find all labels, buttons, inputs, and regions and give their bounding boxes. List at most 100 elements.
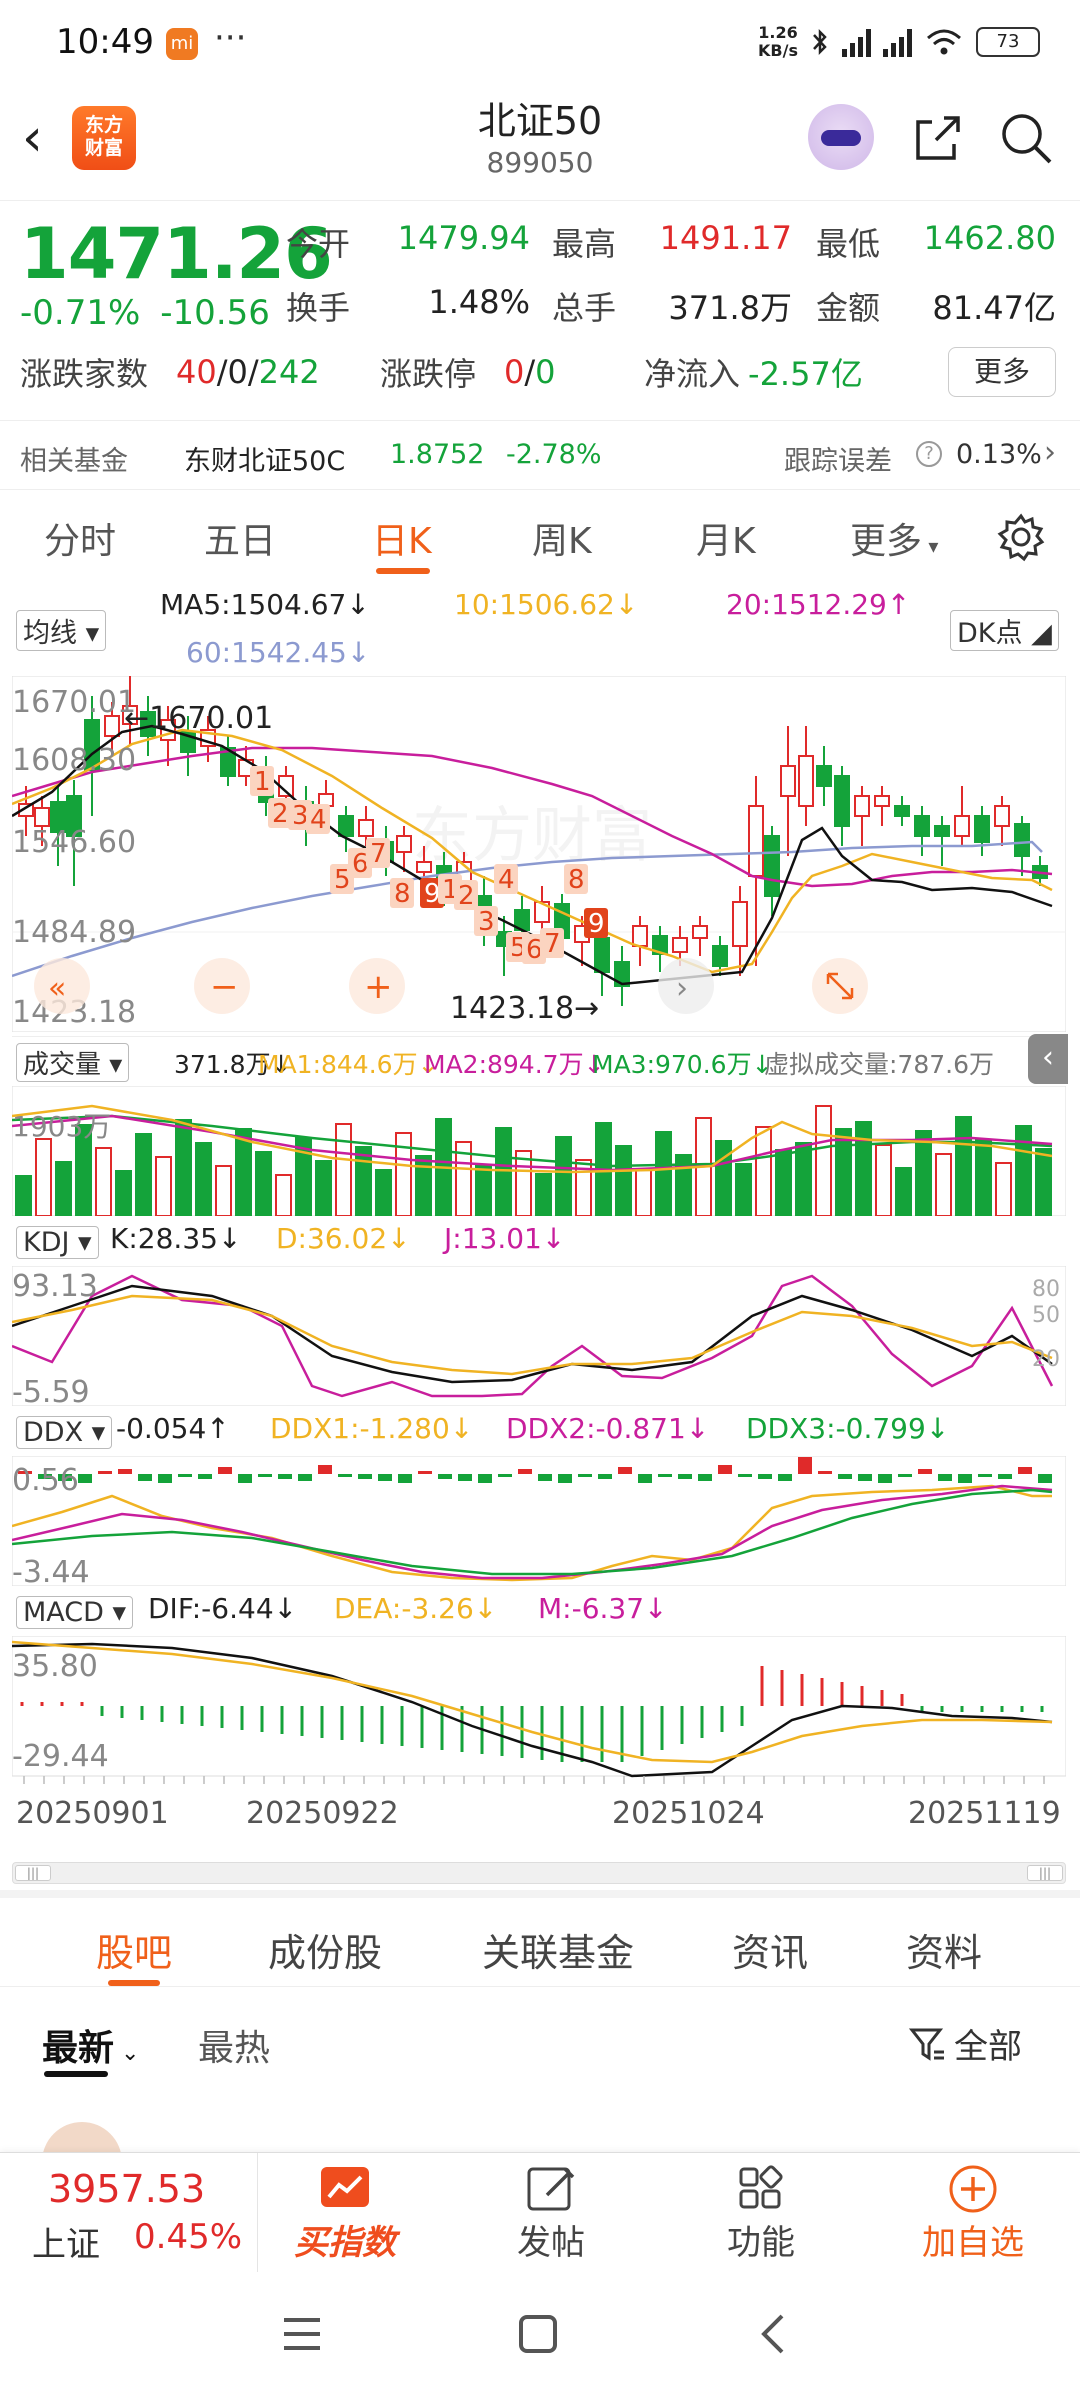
tab-monthly-k[interactable]: 月K bbox=[696, 512, 756, 564]
candle-body bbox=[732, 901, 748, 947]
settings-gear-icon[interactable] bbox=[996, 512, 1046, 562]
volume-bar bbox=[555, 1136, 572, 1216]
search-icon[interactable] bbox=[996, 108, 1056, 168]
ddx-chart: 0.56 -3.44 bbox=[12, 1456, 1066, 1586]
volume-selector[interactable]: 成交量 ▾ bbox=[16, 1043, 130, 1082]
tab-intraday[interactable]: 分时 bbox=[44, 512, 116, 564]
tab-more[interactable]: 更多 ▾ bbox=[850, 512, 938, 564]
tab-constituents[interactable]: 成份股 bbox=[268, 1922, 382, 1977]
ddx-bar bbox=[398, 1474, 412, 1483]
scrollbar-right-handle[interactable]: ||| bbox=[1027, 1865, 1063, 1881]
filter-all-button[interactable]: 全部 bbox=[908, 2019, 1022, 2068]
fund-nav: 1.8752 bbox=[390, 439, 485, 470]
zoom-in-button[interactable]: + bbox=[349, 958, 405, 1014]
ai-assistant-icon[interactable] bbox=[808, 104, 874, 170]
volume-bar bbox=[875, 1144, 892, 1216]
volume-bar bbox=[515, 1150, 532, 1216]
macd-bottom-label: -29.44 bbox=[12, 1739, 109, 1774]
kdj-bottom-label: -5.59 bbox=[12, 1375, 90, 1406]
scroll-left-button[interactable]: « bbox=[34, 958, 90, 1014]
scroll-right-button[interactable]: › bbox=[658, 958, 714, 1014]
sort-hottest[interactable]: 最热 bbox=[198, 2019, 270, 2071]
tab-five-day[interactable]: 五日 bbox=[204, 512, 276, 564]
post-preview-partial[interactable] bbox=[0, 2100, 1080, 2152]
collapse-panel-button[interactable]: ‹ bbox=[1028, 1034, 1068, 1084]
sh-index-ticker[interactable]: 3957.53 上证 0.45% bbox=[0, 2153, 258, 2273]
post-button[interactable]: 发帖 bbox=[476, 2163, 626, 2264]
sh-index-name: 上证 bbox=[32, 2225, 100, 2265]
ddx-bar bbox=[278, 1474, 292, 1479]
ddx-bar bbox=[678, 1474, 692, 1479]
tab-forum[interactable]: 股吧 bbox=[96, 1922, 172, 1977]
ddx-bar bbox=[938, 1474, 952, 1481]
tab-news[interactable]: 资讯 bbox=[732, 1922, 808, 1977]
fullscreen-button[interactable] bbox=[812, 958, 868, 1014]
ddx-bar bbox=[578, 1474, 592, 1477]
volume-bar bbox=[55, 1161, 72, 1216]
edit-icon bbox=[527, 2167, 575, 2211]
candle-body bbox=[692, 925, 708, 939]
bottom-action-bar: 3957.53 上证 0.45% 买指数 发帖 功能 加自选 bbox=[0, 2152, 1080, 2273]
ddx-bar bbox=[158, 1474, 172, 1483]
help-icon[interactable]: ? bbox=[916, 441, 942, 467]
scrollbar-left-handle[interactable]: ||| bbox=[15, 1865, 51, 1881]
system-nav-bar bbox=[0, 2272, 1080, 2400]
back-nav-icon[interactable] bbox=[752, 2310, 792, 2358]
functions-button[interactable]: 功能 bbox=[686, 2163, 836, 2264]
ma-selector[interactable]: 均线 ▾ bbox=[16, 610, 107, 651]
volume-ma2: MA2:894.7万↓ bbox=[424, 1050, 605, 1079]
network-speed: 1.26 KB/s bbox=[758, 23, 798, 60]
fund-label: 相关基金 bbox=[20, 446, 128, 477]
candle-body bbox=[416, 861, 432, 873]
td-marker-label: 2 bbox=[272, 799, 289, 829]
candle-body bbox=[34, 807, 50, 827]
buy-index-button[interactable]: 买指数 bbox=[270, 2163, 420, 2264]
tab-daily-k[interactable]: 日K bbox=[372, 512, 432, 564]
zoom-out-button[interactable]: − bbox=[194, 958, 250, 1014]
macd-selector[interactable]: MACD ▾ bbox=[16, 1596, 134, 1629]
ddx-bar bbox=[418, 1471, 432, 1474]
ddx-bar bbox=[498, 1474, 512, 1477]
kdj-selector[interactable]: KDJ ▾ bbox=[16, 1226, 99, 1259]
candle-body bbox=[1014, 823, 1030, 857]
volume-bar bbox=[535, 1173, 552, 1216]
tab-profile[interactable]: 资料 bbox=[906, 1922, 982, 1977]
candlestick-chart[interactable]: 东方财富 12 3 456 78 9 1 2345 6 789 1670.01 1608.30 … bbox=[12, 676, 1066, 1032]
low-value: 1462.80 bbox=[923, 219, 1056, 257]
volume-bar bbox=[155, 1156, 172, 1216]
related-fund-row[interactable]: 相关基金 东财北证50C 1.8752 -2.78% 跟踪误差 ? 0.13% … bbox=[0, 420, 1080, 490]
menu-icon[interactable] bbox=[280, 2314, 324, 2354]
ddx-top-label: 0.56 bbox=[12, 1463, 79, 1498]
tab-related-funds[interactable]: 关联基金 bbox=[482, 1922, 634, 1977]
ddx-selector[interactable]: DDX ▾ bbox=[16, 1416, 113, 1449]
home-icon[interactable] bbox=[516, 2312, 560, 2356]
tab-weekly-k[interactable]: 周K bbox=[532, 512, 592, 564]
ddx-bar bbox=[998, 1474, 1012, 1479]
y-label-3: 1546.60 bbox=[12, 825, 136, 860]
volume-bar bbox=[995, 1162, 1012, 1216]
kdj-level-80: 80 bbox=[1032, 1277, 1060, 1302]
ma60-value: 60:1542.45↓ bbox=[186, 636, 371, 669]
sh-index-value: 3957.53 bbox=[48, 2167, 206, 2211]
share-icon[interactable] bbox=[908, 108, 968, 168]
ddx-bar bbox=[538, 1474, 552, 1481]
plus-circle-icon bbox=[949, 2165, 997, 2213]
add-watchlist-button[interactable]: 加自选 bbox=[898, 2163, 1048, 2264]
more-button[interactable]: 更多 bbox=[948, 347, 1056, 397]
chart-scrollbar[interactable]: ||| ||| bbox=[12, 1862, 1066, 1884]
quote-summary: 1471.26 -0.71% -10.56 今开 1479.94 最高 1491… bbox=[0, 200, 1080, 410]
y-label-4: 1484.89 bbox=[12, 915, 136, 950]
ddx-bottom-label: -3.44 bbox=[12, 1555, 90, 1586]
volume-bar bbox=[375, 1169, 392, 1216]
signal-2-icon bbox=[883, 27, 912, 57]
volume-bar bbox=[475, 1164, 492, 1216]
ddx-bar bbox=[978, 1474, 992, 1477]
sort-latest[interactable]: 最新 ⌄ bbox=[42, 2019, 139, 2071]
dk-points-toggle[interactable]: DK点 ◢ bbox=[950, 610, 1059, 651]
volume-ma1: MA1:844.6万↓ bbox=[258, 1050, 439, 1079]
ddx-bar bbox=[878, 1474, 892, 1483]
td-marker-label: 8 bbox=[394, 879, 411, 909]
ddx-bar bbox=[478, 1474, 492, 1483]
td-marker-label: 4 bbox=[498, 865, 515, 895]
candle-body bbox=[816, 765, 832, 787]
